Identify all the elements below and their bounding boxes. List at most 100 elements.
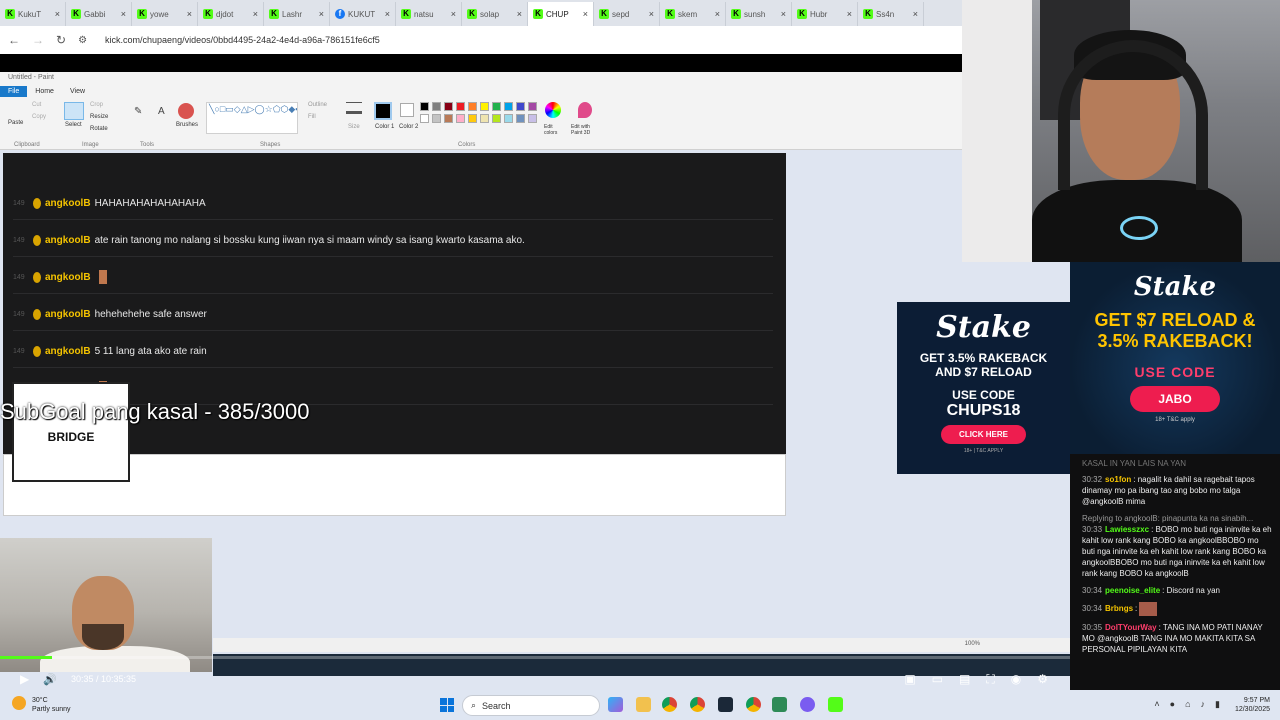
crop-button[interactable]: Crop bbox=[90, 102, 103, 108]
edit-colors-icon[interactable] bbox=[545, 102, 561, 118]
url-field[interactable]: kick.com/chupaeng/videos/0bbd4495-24a2-4… bbox=[105, 35, 380, 45]
paint3d-icon[interactable] bbox=[578, 102, 592, 118]
side-stake-ad[interactable]: Stake GET $7 RELOAD & 3.5% RAKEBACK! USE… bbox=[1070, 262, 1280, 454]
edit-colors-button[interactable]: Edit colors bbox=[544, 124, 564, 136]
palette-swatch[interactable] bbox=[420, 102, 429, 111]
speaker-icon[interactable]: ♪ bbox=[1201, 699, 1206, 710]
rotate-button[interactable]: Rotate bbox=[90, 126, 108, 132]
browser-tab[interactable]: Kdjdot × bbox=[198, 2, 264, 26]
taskbar-search[interactable]: ⌕ Search bbox=[462, 695, 600, 716]
side-ad-code-button[interactable]: JABO bbox=[1130, 386, 1220, 412]
copilot-icon[interactable] bbox=[608, 697, 623, 712]
tab-close-icon[interactable]: × bbox=[715, 9, 720, 19]
browser-tab[interactable]: K Gabbi × bbox=[66, 2, 132, 26]
palette-swatch[interactable] bbox=[516, 114, 525, 123]
browser-tab[interactable]: f KUKUT × bbox=[330, 2, 396, 26]
browser-tab[interactable]: K CHUP × bbox=[528, 2, 594, 26]
text-tool-icon[interactable]: A bbox=[158, 106, 165, 117]
browser-tab[interactable]: Ksepd × bbox=[594, 2, 660, 26]
play-icon[interactable]: ▶ bbox=[20, 672, 29, 686]
reload-icon[interactable]: ↻ bbox=[56, 33, 66, 47]
pencil-icon[interactable]: ✎ bbox=[134, 106, 142, 117]
battery-icon[interactable]: ▮ bbox=[1215, 699, 1220, 710]
browser-tab[interactable]: K Lashr × bbox=[264, 2, 330, 26]
size-icon[interactable] bbox=[346, 102, 362, 114]
windows-start-icon[interactable] bbox=[440, 698, 454, 712]
copy-button[interactable]: Copy bbox=[32, 114, 46, 120]
tab-close-icon[interactable]: × bbox=[913, 9, 918, 19]
select-button[interactable]: Select bbox=[65, 122, 82, 128]
palette-swatch[interactable] bbox=[456, 102, 465, 111]
tab-close-icon[interactable]: × bbox=[451, 9, 456, 19]
tab-close-icon[interactable]: × bbox=[253, 9, 258, 19]
back-icon[interactable]: ← bbox=[8, 33, 20, 47]
messenger-icon[interactable] bbox=[800, 697, 815, 712]
video-player[interactable]: Untitled - Paint File Home View Paste Cu… bbox=[0, 54, 1070, 690]
color2-button[interactable]: Color 2 bbox=[399, 124, 418, 130]
color2-swatch[interactable] bbox=[400, 103, 414, 117]
weather-widget[interactable]: 30°C Partly sunny bbox=[12, 696, 71, 714]
browser-tab[interactable]: Kyowe × bbox=[132, 2, 198, 26]
palette-swatch[interactable] bbox=[468, 114, 477, 123]
palette-swatch[interactable] bbox=[516, 102, 525, 111]
palette-swatch[interactable] bbox=[528, 114, 537, 123]
outline-button[interactable]: Outline bbox=[308, 102, 327, 108]
palette-swatch[interactable] bbox=[432, 102, 441, 111]
paint3d-button[interactable]: Edit with Paint 3D bbox=[571, 124, 601, 136]
palette-swatch[interactable] bbox=[492, 114, 501, 123]
color1-button[interactable]: Color 1 bbox=[375, 124, 394, 130]
palette-swatch[interactable] bbox=[480, 114, 489, 123]
browser-tab[interactable]: Ksolap × bbox=[462, 2, 528, 26]
brush-icon[interactable] bbox=[178, 103, 194, 119]
palette-swatch[interactable] bbox=[480, 102, 489, 111]
kick-app-icon[interactable] bbox=[828, 697, 843, 712]
palette-swatch[interactable] bbox=[444, 114, 453, 123]
browser-tab[interactable]: K Hubr × bbox=[792, 2, 858, 26]
chrome-profile-icon[interactable] bbox=[690, 697, 705, 712]
tab-close-icon[interactable]: × bbox=[385, 9, 390, 19]
select-icon[interactable] bbox=[64, 102, 84, 120]
fill-button[interactable]: Fill bbox=[308, 114, 316, 120]
tab-close-icon[interactable]: × bbox=[649, 9, 654, 19]
pip-icon[interactable]: ▣ bbox=[904, 672, 915, 687]
chat-username[interactable]: Lawiesszxc bbox=[1105, 525, 1149, 534]
color-palette[interactable] bbox=[420, 102, 550, 130]
palette-swatch[interactable] bbox=[444, 102, 453, 111]
browser-tab[interactable]: K Ss4n × bbox=[858, 2, 924, 26]
palette-swatch[interactable] bbox=[528, 102, 537, 111]
network-icon[interactable]: ⌂ bbox=[1185, 699, 1190, 710]
brushes-button[interactable]: Brushes bbox=[176, 122, 198, 128]
resize-button[interactable]: Resize bbox=[90, 114, 108, 120]
settings-gear-icon[interactable]: ⚙ bbox=[1037, 672, 1048, 687]
palette-swatch[interactable] bbox=[456, 114, 465, 123]
theater-icon[interactable]: ▭ bbox=[932, 672, 943, 687]
tab-close-icon[interactable]: × bbox=[319, 9, 324, 19]
clip-icon[interactable]: ▤ bbox=[959, 672, 970, 687]
fullscreen-icon[interactable]: ⛶ bbox=[986, 672, 994, 687]
palette-swatch[interactable] bbox=[420, 114, 429, 123]
tab-close-icon[interactable]: × bbox=[517, 9, 522, 19]
site-info-icon[interactable]: ⚙ bbox=[78, 35, 87, 46]
chrome-active-icon[interactable] bbox=[746, 697, 761, 712]
chat-username[interactable]: Brbngs bbox=[1105, 604, 1133, 613]
browser-tab[interactable]: K KukuT × bbox=[0, 2, 66, 26]
tab-close-icon[interactable]: × bbox=[781, 9, 786, 19]
cut-button[interactable]: Cut bbox=[32, 102, 41, 108]
quality-icon[interactable]: ◉ bbox=[1011, 672, 1021, 687]
tab-close-icon[interactable]: × bbox=[187, 9, 192, 19]
chat-username[interactable]: so1fon bbox=[1105, 475, 1131, 484]
tab-close-icon[interactable]: × bbox=[847, 9, 852, 19]
size-button[interactable]: Size bbox=[348, 124, 360, 130]
palette-swatch[interactable] bbox=[432, 114, 441, 123]
steam-icon[interactable] bbox=[718, 697, 733, 712]
palette-swatch[interactable] bbox=[504, 102, 513, 111]
paint-menu-view[interactable]: View bbox=[62, 86, 93, 97]
tray-chevron-icon[interactable]: ˄ bbox=[1154, 699, 1159, 710]
paste-button[interactable]: Paste bbox=[8, 120, 23, 126]
forward-icon[interactable]: → bbox=[32, 33, 44, 47]
tab-close-icon[interactable]: × bbox=[121, 9, 126, 19]
palette-swatch[interactable] bbox=[468, 102, 477, 111]
color1-swatch[interactable] bbox=[374, 102, 392, 120]
notepad-icon[interactable] bbox=[772, 697, 787, 712]
file-explorer-icon[interactable] bbox=[636, 697, 651, 712]
